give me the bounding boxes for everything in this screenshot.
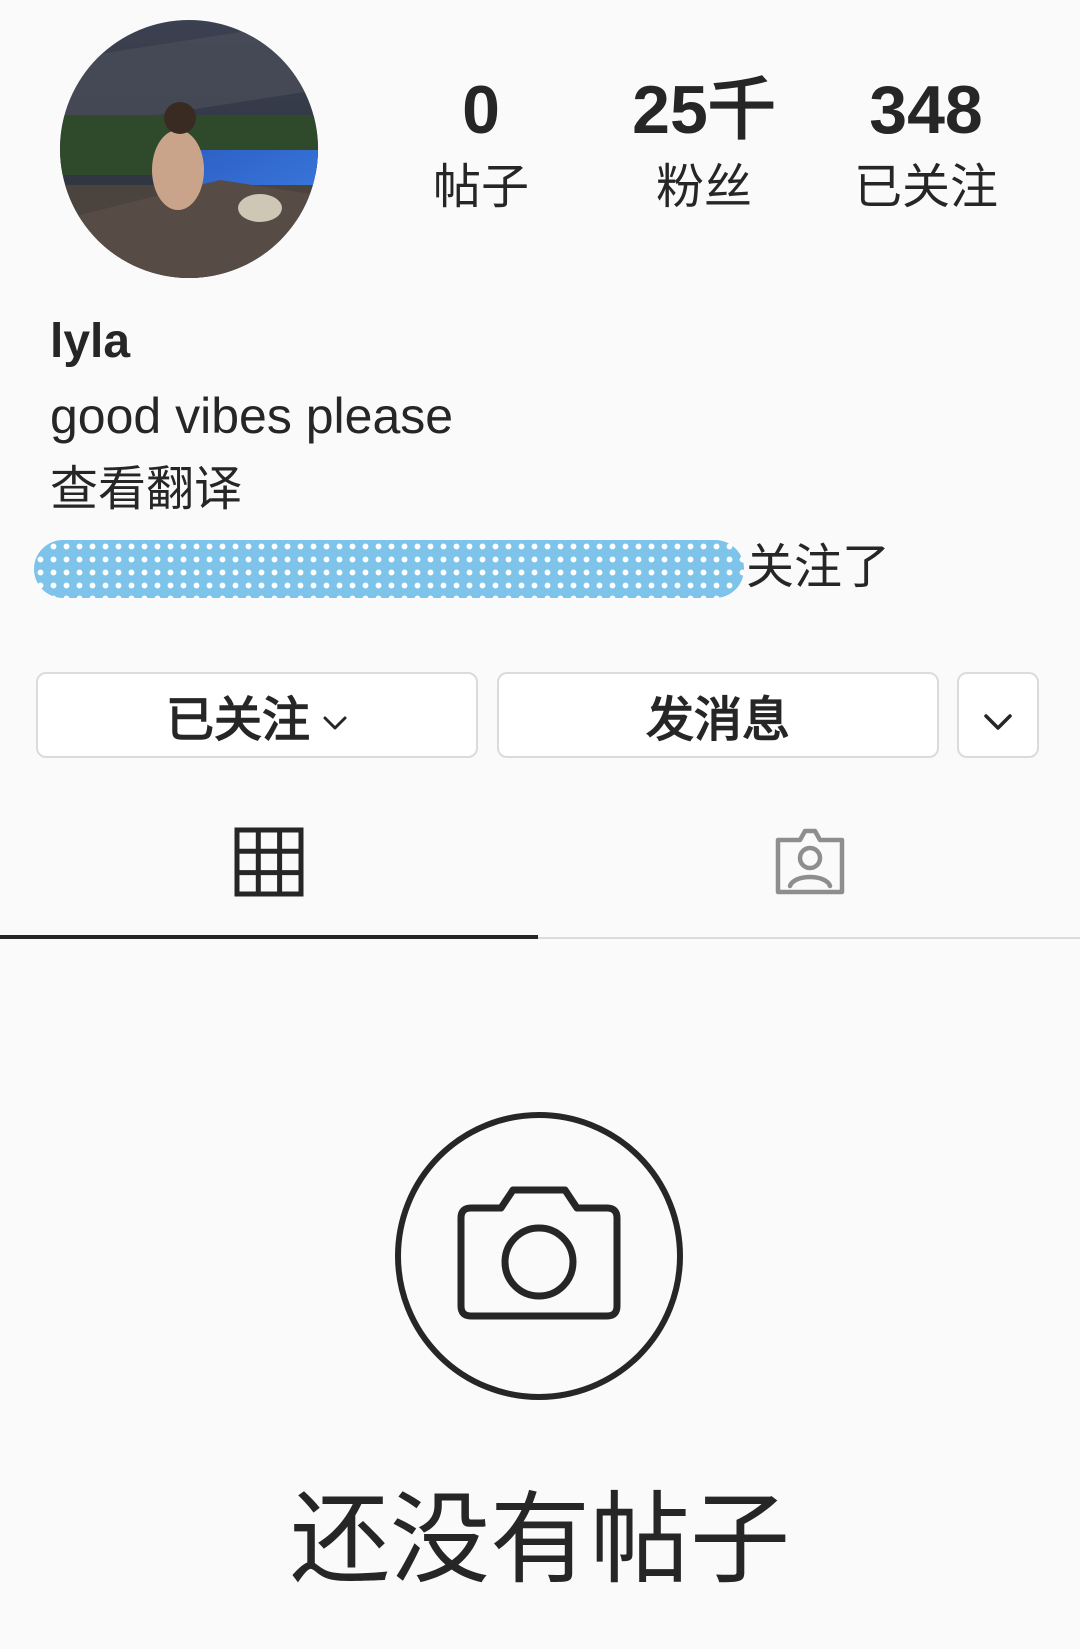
stat-followers[interactable]: 25千 粉丝 bbox=[594, 70, 814, 222]
active-tab-indicator bbox=[0, 935, 538, 939]
tab-divider bbox=[538, 937, 1080, 939]
following-button[interactable]: 已关注 bbox=[36, 672, 478, 758]
profile-avatar[interactable] bbox=[60, 20, 318, 278]
chevron-down-icon bbox=[322, 687, 348, 743]
tab-grid[interactable] bbox=[0, 790, 538, 938]
posts-label: 帖子 bbox=[432, 159, 529, 215]
stat-posts[interactable]: 0 帖子 bbox=[371, 70, 591, 222]
followers-label: 粉丝 bbox=[655, 159, 752, 215]
followed-by-suffix: 关注了 bbox=[746, 539, 891, 595]
redaction-mask bbox=[34, 540, 744, 598]
following-count: 348 bbox=[869, 72, 983, 148]
followers-count: 25千 bbox=[632, 72, 776, 148]
posts-count: 0 bbox=[462, 72, 500, 148]
camera-icon bbox=[393, 1110, 685, 1402]
see-translation-link[interactable]: 查看翻译 bbox=[50, 458, 242, 520]
tab-tagged[interactable] bbox=[540, 790, 1080, 938]
empty-state-title: 还没有帖子 bbox=[290, 1481, 790, 1598]
profile-username: lyla bbox=[50, 315, 131, 368]
following-label: 已关注 bbox=[853, 159, 998, 215]
stat-following[interactable]: 348 已关注 bbox=[816, 70, 1036, 222]
profile-bio: good vibes please bbox=[50, 388, 454, 444]
followed-by-line[interactable]: 关注了 bbox=[34, 534, 934, 606]
following-button-label: 已关注 bbox=[165, 692, 310, 748]
grid-icon bbox=[234, 827, 304, 901]
message-button[interactable]: 发消息 bbox=[497, 672, 939, 758]
suggested-accounts-button[interactable] bbox=[957, 672, 1039, 758]
message-button-label: 发消息 bbox=[645, 692, 790, 748]
tagged-icon bbox=[774, 826, 846, 902]
avatar-photo bbox=[60, 20, 318, 278]
chevron-down-icon bbox=[983, 687, 1013, 743]
